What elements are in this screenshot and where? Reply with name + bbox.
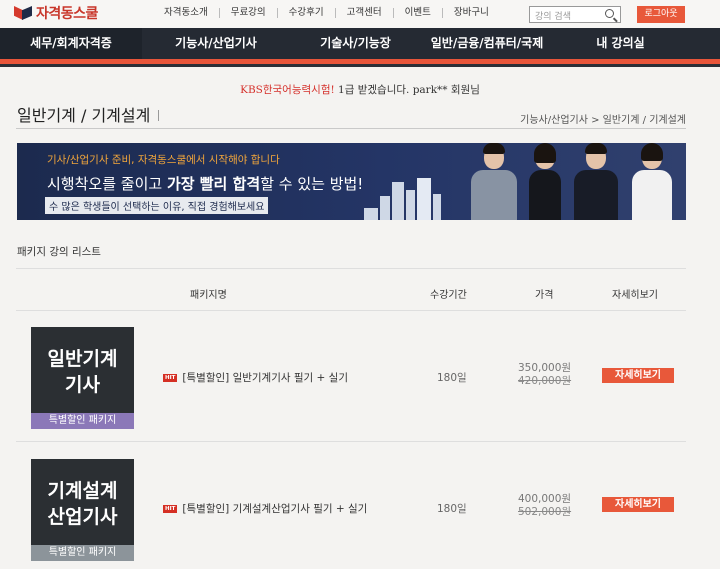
package-thumbnail[interactable]: 일반기계 기사 특별할인 패키지 <box>31 327 134 429</box>
topnav-free-lectures[interactable]: 무료강의 <box>220 8 278 18</box>
search-icon[interactable] <box>605 9 614 18</box>
mainnav-tax-accounting[interactable]: 세무/회계자격증 <box>0 28 142 59</box>
package-period: 180일 <box>437 372 467 384</box>
package-price: 350,000원 420,000원 <box>518 362 571 388</box>
col-header-detail: 자세히보기 <box>612 290 658 301</box>
title-underline <box>16 128 686 129</box>
package-name-link[interactable]: HIT [특별할인] 일반기계기사 필기 + 실기 <box>163 370 348 385</box>
promo-banner[interactable]: 기사/산업기사 준비, 자격동스쿨에서 시작해야 합니다 시행착오를 줄이고 가… <box>17 143 686 220</box>
top-nav: 자격동소개 무료강의 수강후기 고객센터 이벤트 장바구니 <box>156 8 500 18</box>
original-price: 502,000원 <box>518 506 572 518</box>
package-period: 180일 <box>437 503 467 515</box>
logo-mark-icon <box>14 5 32 21</box>
notice-highlight: KBS한국어능력시험! <box>240 84 335 96</box>
logout-button[interactable]: 로그아웃 <box>637 6 685 23</box>
package-thumbnail[interactable]: 기계설계 산업기사 특별할인 패키지 <box>31 459 134 561</box>
title-divider <box>158 110 160 121</box>
notice-ticker[interactable]: KBS한국어능력시험! 1급 받겠습니다. park** 회원님 <box>0 82 720 97</box>
topnav-cart[interactable]: 장바구니 <box>443 8 500 18</box>
notice-text: 1급 받겠습니다. park** 회원님 <box>334 84 480 96</box>
package-name-link[interactable]: HIT [특별할인] 기계설계산업기사 필기 + 실기 <box>163 501 367 516</box>
mainnav-general-finance[interactable]: 일반/금융/컴퓨터/국제 <box>421 28 553 59</box>
package-name: [특별할인] 일반기계기사 필기 + 실기 <box>182 372 348 384</box>
mainnav-professional-engineer[interactable]: 기술사/기능장 <box>290 28 421 59</box>
row-divider <box>16 441 686 442</box>
nav-accent-stripe <box>0 59 720 67</box>
thumb-title-line2: 산업기사 <box>47 506 118 528</box>
hit-badge: HIT <box>163 374 178 382</box>
banner-headline-post: 할 수 있는 방법! <box>260 175 364 193</box>
banner-people-image <box>457 143 686 220</box>
search-input[interactable]: 강의 검색 <box>529 6 621 23</box>
logo-text: 자격동스쿨 <box>36 6 98 22</box>
sale-price: 350,000원 <box>518 362 572 374</box>
header-bottom-line <box>16 310 686 311</box>
hit-badge: HIT <box>163 505 178 513</box>
thumb-tag: 특별할인 패키지 <box>31 413 134 429</box>
banner-subtitle: 기사/산업기사 준비, 자격동스쿨에서 시작해야 합니다 <box>47 154 280 166</box>
top-bar: 자격동스쿨 자격동소개 무료강의 수강후기 고객센터 이벤트 장바구니 강의 검… <box>0 0 720 28</box>
topnav-customer-center[interactable]: 고객센터 <box>336 8 394 18</box>
col-header-price: 가격 <box>535 290 554 301</box>
thumb-title-line1: 기계설계 <box>47 480 118 502</box>
page-title-text: 일반기계 / 기계설계 <box>17 106 151 125</box>
banner-headline-bold: 가장 빨리 합격 <box>166 175 261 193</box>
breadcrumb: 기능사/산업기사 > 일반기계 / 기계설계 <box>520 115 686 126</box>
mainnav-my-classroom[interactable]: 내 강의실 <box>553 28 688 59</box>
original-price: 420,000원 <box>518 375 572 387</box>
main-nav: 세무/회계자격증 기능사/산업기사 기술사/기능장 일반/금융/컴퓨터/국제 내… <box>0 28 720 59</box>
sale-price: 400,000원 <box>518 493 572 505</box>
col-header-package: 패키지명 <box>190 290 227 301</box>
topnav-events[interactable]: 이벤트 <box>394 8 443 18</box>
topnav-about[interactable]: 자격동소개 <box>156 8 220 18</box>
city-skyline-icon <box>362 175 452 220</box>
mainnav-craftsman[interactable]: 기능사/산업기사 <box>142 28 290 59</box>
package-name: [특별할인] 기계설계산업기사 필기 + 실기 <box>182 503 368 515</box>
detail-button[interactable]: 자세히보기 <box>602 368 674 383</box>
site-logo[interactable]: 자격동스쿨 <box>14 3 98 23</box>
page-title: 일반기계 / 기계설계 <box>17 102 160 126</box>
banner-caption: 수 많은 학생들이 선택하는 이유, 직접 경험해보세요 <box>45 197 269 214</box>
package-price: 400,000원 502,000원 <box>518 493 571 519</box>
banner-headline-pre: 시행착오를 줄이고 <box>47 175 167 193</box>
table-top-line <box>16 268 686 269</box>
search-placeholder: 강의 검색 <box>535 12 571 22</box>
topnav-reviews[interactable]: 수강후기 <box>278 8 336 18</box>
package-list-title: 패키지 강의 리스트 <box>17 246 101 258</box>
thumb-title-line2: 기사 <box>65 374 100 396</box>
col-header-period: 수강기간 <box>430 290 467 301</box>
banner-headline: 시행착오를 줄이고 가장 빨리 합격할 수 있는 방법! <box>47 173 363 194</box>
detail-button[interactable]: 자세히보기 <box>602 497 674 512</box>
thumb-tag: 특별할인 패키지 <box>31 545 134 561</box>
thumb-title-line1: 일반기계 <box>47 348 118 370</box>
